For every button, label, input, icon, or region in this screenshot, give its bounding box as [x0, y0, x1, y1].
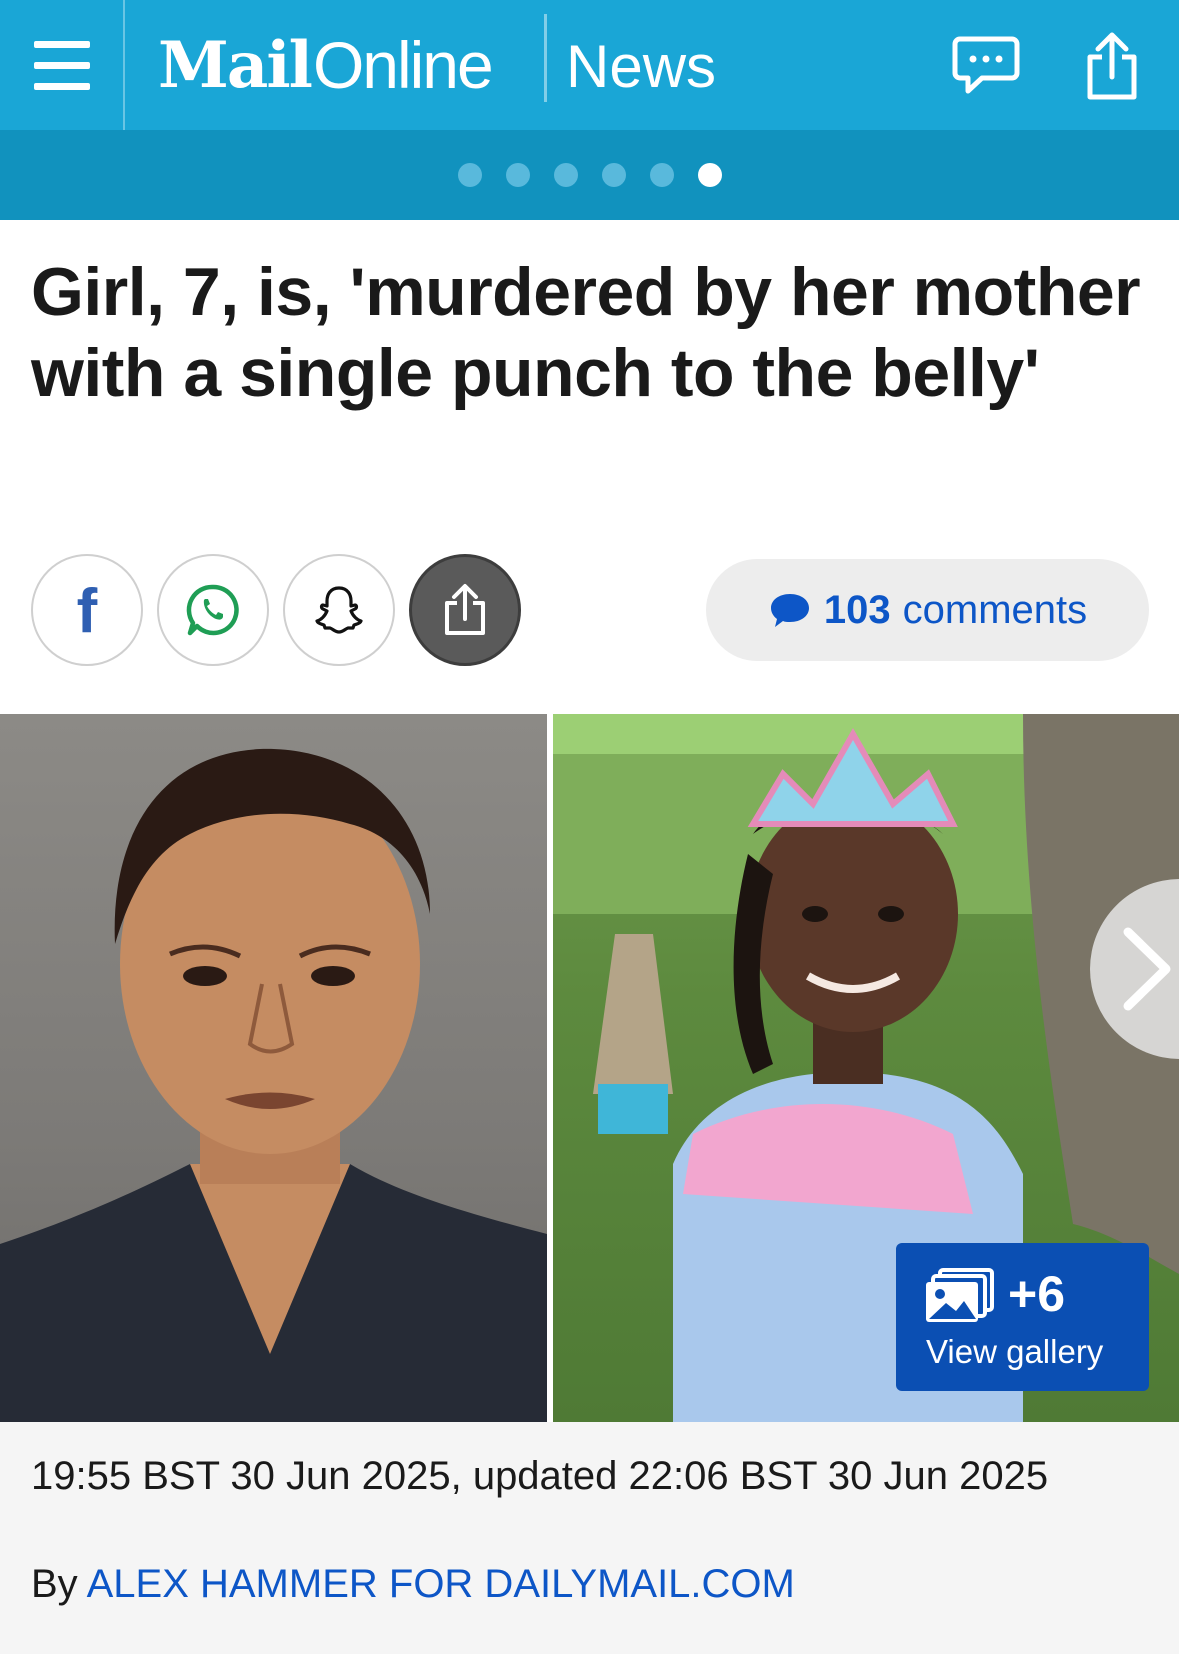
comments-count: 103 [823, 587, 891, 632]
carousel-dot[interactable] [457, 163, 482, 187]
mugshot-photo[interactable] [0, 714, 547, 1422]
carousel-dot[interactable] [649, 163, 674, 187]
comment-icon [952, 36, 1020, 94]
byline-prefix: By [31, 1562, 78, 1606]
carousel-dot[interactable] [505, 163, 530, 187]
gallery-count: +6 [1008, 1266, 1066, 1322]
comment-bubble-icon [770, 594, 809, 627]
article-timestamp: 19:55 BST 30 Jun 2025, updated 22:06 BST… [31, 1454, 1049, 1498]
share-icon [1087, 32, 1137, 100]
article-headline: Girl, 7, is, 'murdered by her mother wit… [31, 254, 1141, 411]
carousel-indicator [0, 130, 1179, 220]
logo-online: Online [312, 28, 494, 102]
carousel-dot[interactable] [553, 163, 578, 187]
whatsapp-icon [186, 584, 239, 636]
whatsapp-share-button[interactable] [157, 554, 269, 666]
article-byline: By ALEX HAMMER FOR DAILYMAIL.COM [31, 1562, 795, 1607]
view-gallery-button[interactable]: +6 View gallery [896, 1243, 1149, 1391]
author-link[interactable]: ALEX HAMMER FOR DAILYMAIL.COM [87, 1562, 795, 1606]
share-icon [445, 584, 485, 635]
carousel-dot[interactable] [601, 163, 626, 187]
site-logo[interactable]: Mail Online [158, 24, 494, 106]
facebook-icon: f [76, 577, 98, 646]
section-label[interactable]: News [566, 32, 716, 101]
article-image-pair: +6 View gallery [0, 714, 1179, 1422]
top-header: Mail Online News [0, 0, 1179, 130]
snapchat-share-button[interactable] [283, 554, 395, 666]
logo-mail: Mail [158, 27, 313, 103]
snapchat-icon [315, 586, 363, 634]
header-share-button[interactable] [1072, 26, 1152, 106]
gallery-label: View gallery [926, 1333, 1104, 1370]
menu-button[interactable] [0, 0, 125, 130]
facebook-share-button[interactable]: f [31, 554, 143, 666]
chevron-right-icon [1123, 927, 1171, 1011]
gallery-icon [926, 1268, 994, 1322]
menu-icon [33, 37, 90, 93]
carousel-dot-active[interactable] [697, 163, 722, 187]
mugshot-illustration [0, 748, 547, 1422]
comments-button[interactable] [946, 26, 1026, 106]
comments-count-button[interactable]: 103 comments [706, 559, 1149, 661]
header-divider [544, 14, 547, 102]
article-meta: 19:55 BST 30 Jun 2025, updated 22:06 BST… [0, 1422, 1179, 1654]
more-share-button[interactable] [409, 554, 521, 666]
comments-label: comments [902, 587, 1088, 632]
